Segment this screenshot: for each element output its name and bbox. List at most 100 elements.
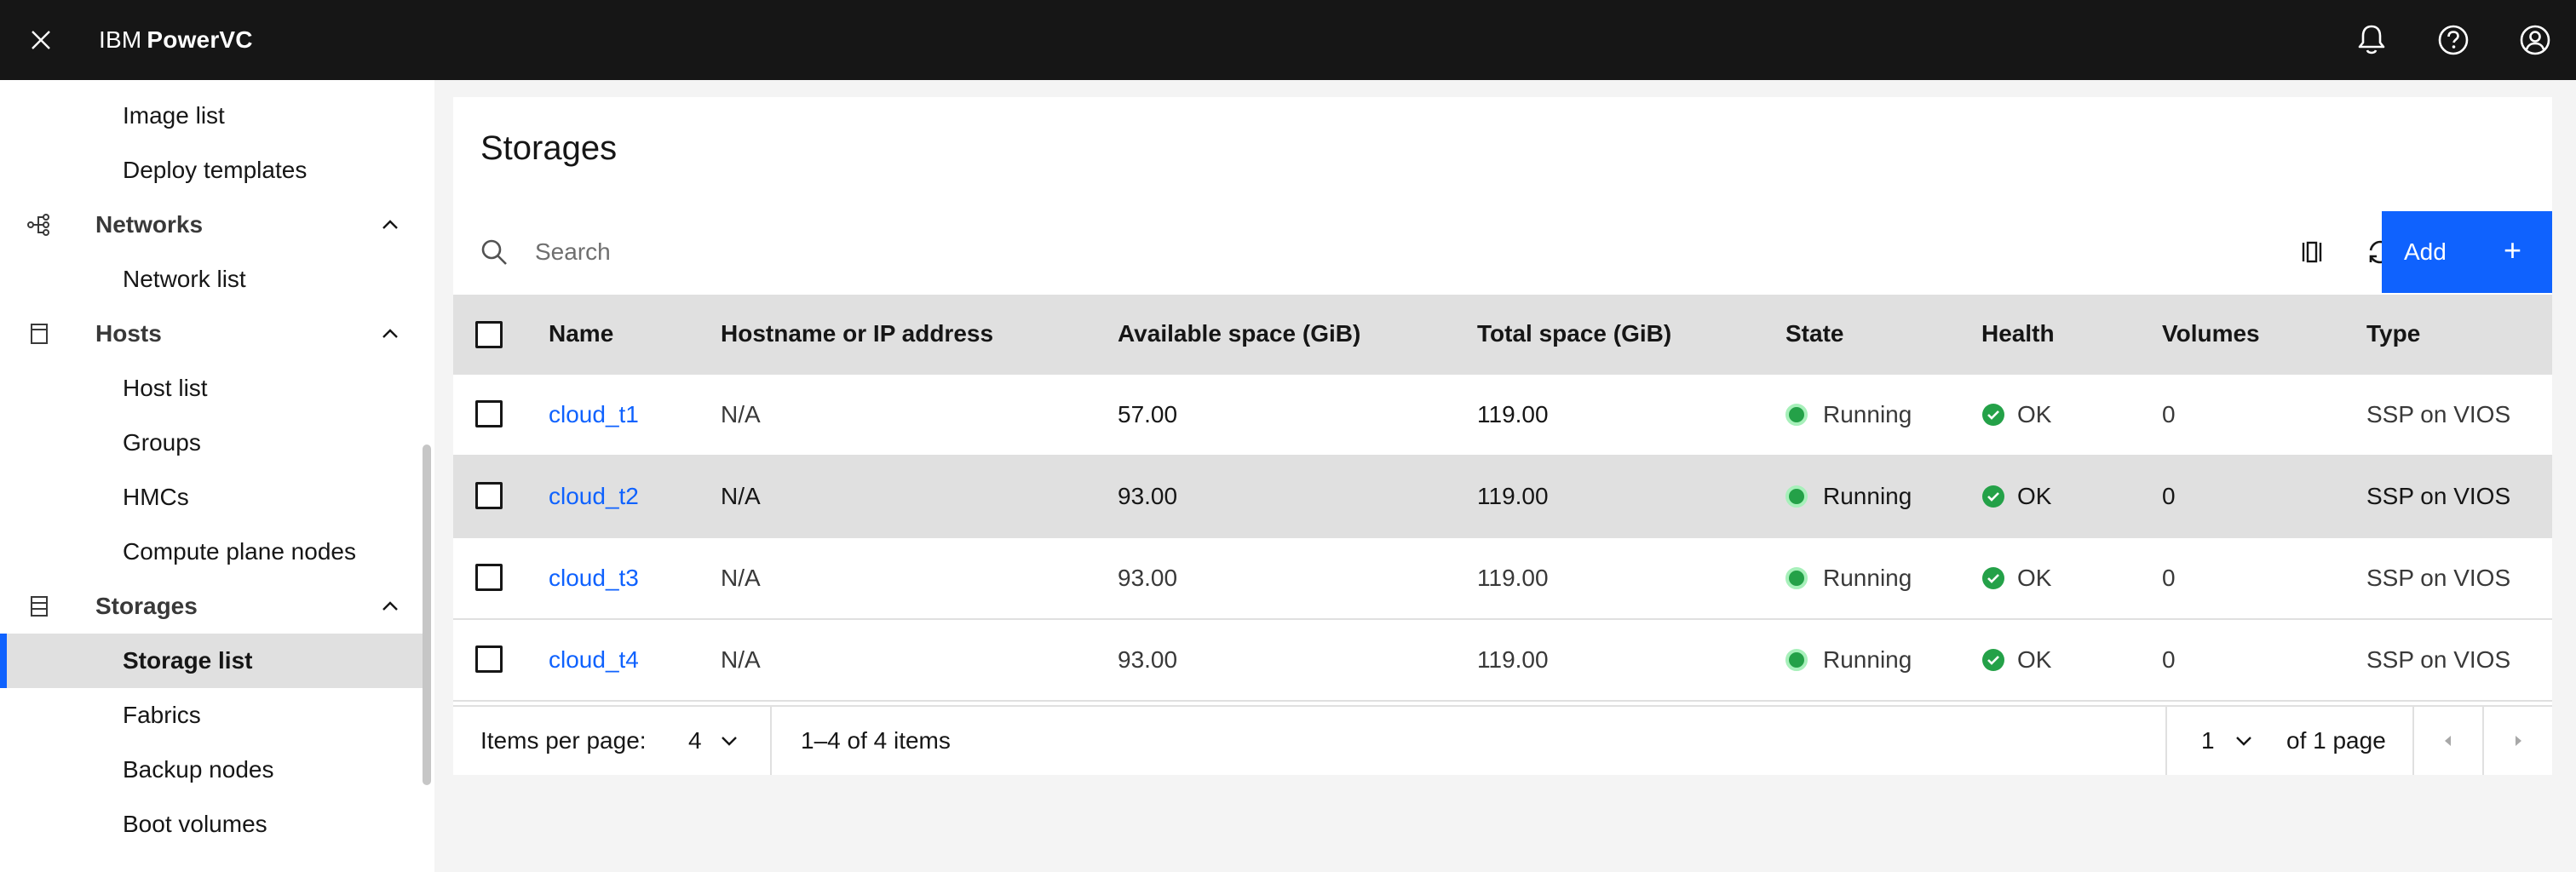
column-header-total-space[interactable]: Total space (GiB) (1477, 295, 1671, 373)
caret-left-icon (2445, 736, 2451, 746)
total-space-cell: 119.00 (1477, 565, 1549, 591)
column-header-available-space[interactable]: Available space (GiB) (1118, 295, 1360, 373)
running-status-icon (1785, 404, 1808, 426)
state-cell: Running (1785, 620, 1912, 700)
sidebar-item-label: Storages (95, 593, 198, 619)
items-per-page-select[interactable]: 4 (688, 707, 739, 775)
sidebar-item-label: Boot volumes (123, 811, 267, 837)
header-actions (2331, 0, 2576, 80)
checkmark-filled-icon (1982, 567, 2004, 589)
hostname-cell: N/A (721, 483, 761, 509)
storage-name-link[interactable]: cloud_t2 (549, 456, 639, 536)
sidebar-item-network-list[interactable]: Network list (0, 252, 426, 307)
table-header-row: Name Hostname or IP address Available sp… (453, 295, 2552, 375)
select-all-checkbox[interactable] (475, 321, 503, 348)
page-select[interactable]: 1 (2201, 707, 2254, 775)
state-label: Running (1823, 401, 1912, 427)
items-per-page-value: 4 (688, 727, 702, 754)
storage-name-link[interactable]: cloud_t1 (549, 375, 639, 455)
row-checkbox[interactable] (475, 645, 503, 673)
brand-product: PowerVC (147, 26, 253, 53)
health-cell: OK (1981, 375, 2051, 455)
user-profile-button[interactable] (2494, 0, 2576, 80)
sidebar-item-label: Network list (123, 266, 246, 292)
column-header-type[interactable]: Type (2366, 295, 2420, 373)
column-header-state[interactable]: State (1785, 295, 1843, 373)
volumes-cell: 0 (2162, 565, 2176, 591)
sidebar-group-hosts[interactable]: Hosts (0, 307, 426, 361)
hostname-cell: N/A (721, 646, 761, 673)
page-title: Storages (480, 129, 618, 167)
columns-icon (2302, 241, 2322, 263)
table-row: cloud_t3 N/A 93.00 119.00 Running OK 0 S… (453, 538, 2552, 620)
storage-icon (31, 596, 48, 617)
type-cell: SSP on VIOS (2366, 565, 2511, 591)
items-per-page-label: Items per page: (480, 727, 647, 754)
sidebar-item-label: Hosts (95, 320, 162, 347)
sidebar-group-storages[interactable]: Storages (0, 579, 426, 634)
column-header-volumes[interactable]: Volumes (2162, 295, 2260, 373)
app-brand[interactable]: IBM PowerVC (99, 26, 253, 54)
storage-name-link[interactable]: cloud_t3 (549, 538, 639, 618)
column-header-hostname[interactable]: Hostname or IP address (721, 295, 993, 373)
next-page-button[interactable] (2484, 707, 2552, 775)
sidebar-item-boot-volumes[interactable]: Boot volumes (0, 797, 426, 852)
state-label: Running (1823, 565, 1912, 591)
chevron-down-icon (721, 737, 737, 746)
search-input[interactable] (535, 228, 1813, 276)
help-button[interactable] (2412, 0, 2494, 80)
health-label: OK (2017, 483, 2052, 509)
close-icon (32, 31, 50, 49)
hostname-cell: N/A (721, 565, 761, 591)
storages-table: Name Hostname or IP address Available sp… (453, 295, 2552, 702)
previous-page-button[interactable] (2414, 707, 2482, 775)
running-status-icon (1785, 649, 1808, 671)
type-cell: SSP on VIOS (2366, 483, 2511, 509)
sidebar-scrollbar[interactable] (423, 445, 431, 785)
sidebar-item-storage-list[interactable]: Storage list (0, 634, 426, 688)
sidebar-item-host-list[interactable]: Host list (0, 361, 426, 416)
volumes-cell: 0 (2162, 483, 2176, 509)
chevron-up-icon (382, 601, 398, 611)
sidebar-item-label: Groups (123, 429, 201, 456)
row-checkbox[interactable] (475, 400, 503, 427)
row-checkbox[interactable] (475, 564, 503, 591)
chevron-up-icon (382, 220, 398, 229)
state-cell: Running (1785, 538, 1912, 618)
row-checkbox[interactable] (475, 482, 503, 509)
table-toolbar: Add + (453, 211, 2552, 293)
help-icon (2438, 25, 2469, 55)
sidebar-item-groups[interactable]: Groups (0, 416, 426, 470)
storages-panel: Storages Add + Nam (453, 97, 2552, 775)
sidebar-item-backup-nodes[interactable]: Backup nodes (0, 743, 426, 797)
sidebar-item-hmcs[interactable]: HMCs (0, 470, 426, 525)
network-icon (27, 214, 49, 236)
notifications-button[interactable] (2331, 0, 2412, 80)
state-label: Running (1823, 483, 1912, 509)
column-header-health[interactable]: Health (1981, 295, 2055, 373)
column-header-name[interactable]: Name (549, 295, 613, 373)
sidebar-item-fabrics[interactable]: Fabrics (0, 688, 426, 743)
sidebar-item-deploy-templates[interactable]: Deploy templates (0, 143, 426, 198)
column-settings-button[interactable] (2286, 228, 2337, 276)
table-row: cloud_t2 N/A 93.00 119.00 Running OK 0 S… (453, 456, 2552, 538)
total-space-cell: 119.00 (1477, 401, 1549, 427)
available-space-cell: 93.00 (1118, 565, 1178, 591)
state-cell: Running (1785, 375, 1912, 455)
sidebar-item-compute-plane-nodes[interactable]: Compute plane nodes (0, 525, 426, 579)
sidebar-item-image-list[interactable]: Image list (0, 89, 426, 143)
available-space-cell: 93.00 (1118, 483, 1178, 509)
close-menu-button[interactable] (0, 0, 82, 80)
user-avatar-icon (2520, 25, 2550, 55)
health-label: OK (2017, 565, 2052, 591)
sidebar-item-label: Image list (123, 102, 225, 129)
search-icon (481, 239, 507, 265)
storage-name-link[interactable]: cloud_t4 (549, 620, 639, 700)
sidebar-item-label: Backup nodes (123, 756, 274, 783)
volumes-cell: 0 (2162, 401, 2176, 427)
add-button[interactable]: Add + (2382, 211, 2552, 293)
sidebar-group-networks[interactable]: Networks (0, 198, 426, 252)
hostname-cell: N/A (721, 401, 761, 427)
bell-icon (2358, 25, 2385, 54)
host-icon (31, 324, 48, 344)
